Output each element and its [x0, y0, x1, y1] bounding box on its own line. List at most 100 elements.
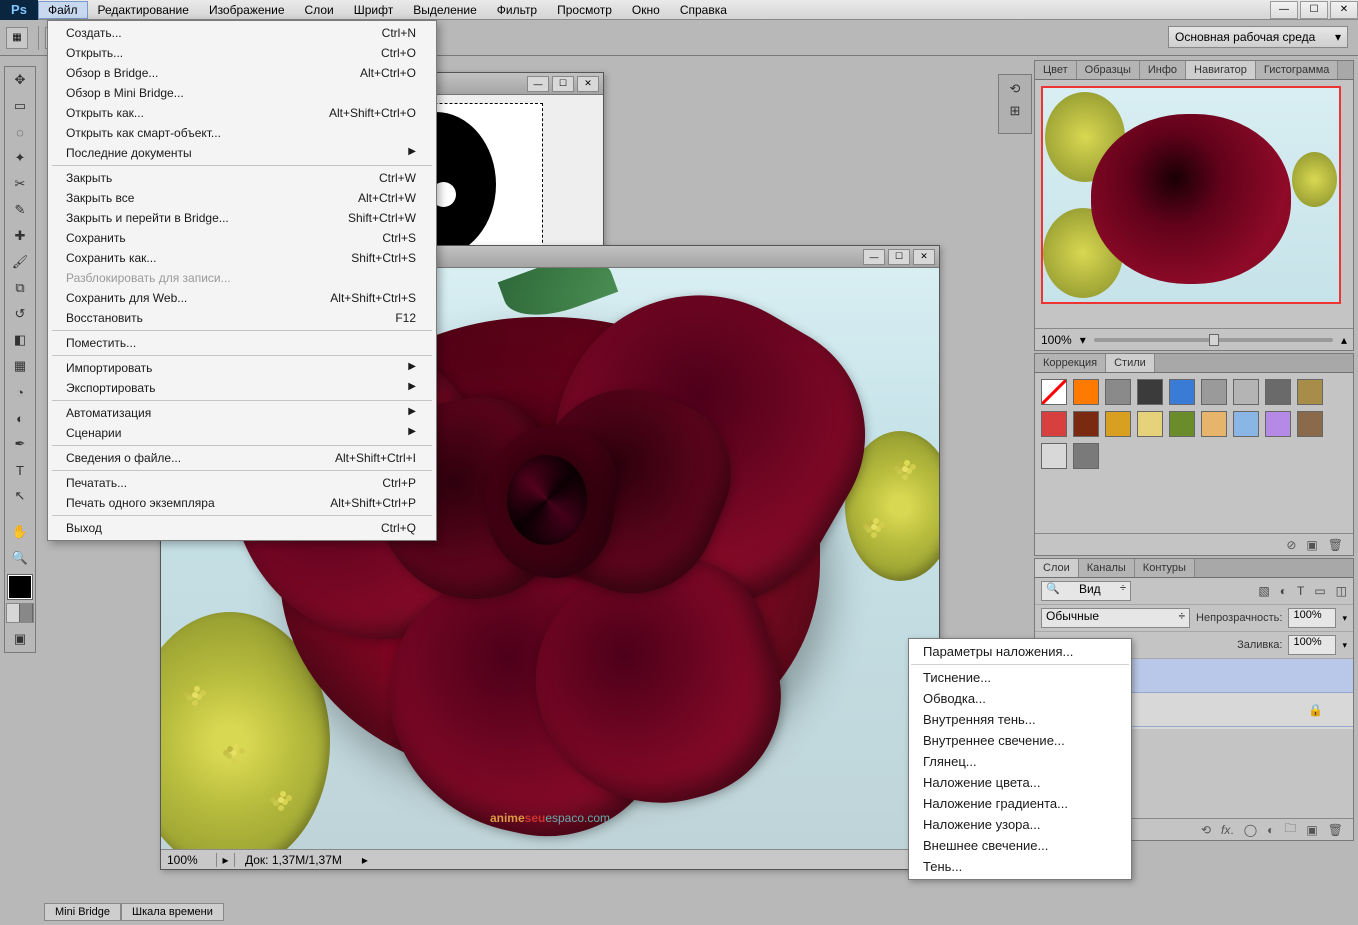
new-style-icon[interactable]: ▣	[1306, 538, 1317, 552]
context-menu-item[interactable]: Внешнее свечение...	[909, 835, 1131, 856]
style-swatch[interactable]	[1073, 379, 1099, 405]
file-menu-item[interactable]: Сохранить как...Shift+Ctrl+S	[48, 248, 436, 268]
file-menu-item[interactable]: ЗакрытьCtrl+W	[48, 168, 436, 188]
menu-изображение[interactable]: Изображение	[199, 1, 295, 19]
style-swatch[interactable]	[1041, 411, 1067, 437]
heal-tool-icon[interactable]: ✚	[5, 223, 35, 249]
maximize-button[interactable]: ☐	[1300, 1, 1328, 19]
filter-adjust-icon[interactable]: ◐	[1280, 584, 1287, 598]
filter-smart-icon[interactable]: ◫	[1336, 584, 1347, 598]
style-swatch[interactable]	[1137, 379, 1163, 405]
new-layer-icon[interactable]: ▣	[1306, 823, 1317, 837]
menu-выделение[interactable]: Выделение	[403, 1, 487, 19]
close-icon[interactable]: ✕	[913, 249, 935, 265]
gradient-tool-icon[interactable]: ▦	[5, 353, 35, 379]
menu-шрифт[interactable]: Шрифт	[344, 1, 403, 19]
navigator-zoom[interactable]: 100%	[1041, 333, 1072, 347]
no-style-icon[interactable]: ⊘	[1286, 538, 1296, 552]
bottom-tab[interactable]: Mini Bridge	[44, 903, 121, 921]
group-icon[interactable]: 🗀	[1284, 819, 1296, 840]
file-menu-item[interactable]: Закрыть всеAlt+Ctrl+W	[48, 188, 436, 208]
panel-tab[interactable]: Стили	[1106, 354, 1155, 372]
context-menu-item[interactable]: Наложение цвета...	[909, 772, 1131, 793]
zoom-tool-icon[interactable]: 🔍	[5, 545, 35, 571]
maximize-icon[interactable]: ☐	[888, 249, 910, 265]
tool-preset-icon[interactable]: ▦	[6, 27, 28, 49]
style-swatch[interactable]	[1073, 443, 1099, 469]
context-menu-item[interactable]: Обводка...	[909, 688, 1131, 709]
menu-просмотр[interactable]: Просмотр	[547, 1, 622, 19]
filter-shape-icon[interactable]: ▭	[1314, 584, 1325, 598]
type-tool-icon[interactable]: T	[5, 457, 35, 483]
link-layers-icon[interactable]: ⟲	[1201, 823, 1211, 837]
style-swatch[interactable]	[1265, 411, 1291, 437]
lasso-tool-icon[interactable]: ◌	[5, 119, 35, 145]
fill-field[interactable]: 100%	[1288, 635, 1336, 655]
file-menu-item[interactable]: Открыть...Ctrl+O	[48, 43, 436, 63]
style-swatch[interactable]	[1297, 411, 1323, 437]
file-menu-item[interactable]: Автоматизация▶	[48, 403, 436, 423]
properties-icon[interactable]: ⊞	[1010, 103, 1021, 119]
minimize-icon[interactable]: —	[863, 249, 885, 265]
file-menu-item[interactable]: Сохранить для Web...Alt+Shift+Ctrl+S	[48, 288, 436, 308]
menu-слои[interactable]: Слои	[295, 1, 344, 19]
zoom-in-icon[interactable]: ▴	[1341, 333, 1347, 347]
file-menu-item[interactable]: Сценарии▶	[48, 423, 436, 443]
context-menu-item[interactable]: Глянец...	[909, 751, 1131, 772]
style-swatch[interactable]	[1105, 411, 1131, 437]
zoom-field[interactable]: 100%	[161, 853, 217, 867]
menu-файл[interactable]: Файл	[38, 1, 88, 19]
minimize-icon[interactable]: —	[527, 76, 549, 92]
panel-tab[interactable]: Инфо	[1140, 61, 1186, 79]
file-menu-item[interactable]: Открыть как...Alt+Shift+Ctrl+O	[48, 103, 436, 123]
stamp-tool-icon[interactable]: ⧉	[5, 275, 35, 301]
style-swatch[interactable]	[1137, 411, 1163, 437]
maximize-icon[interactable]: ☐	[552, 76, 574, 92]
eraser-tool-icon[interactable]: ◧	[5, 327, 35, 353]
file-menu-item[interactable]: Экспортировать▶	[48, 378, 436, 398]
close-button[interactable]: ✕	[1330, 1, 1358, 19]
menu-окно[interactable]: Окно	[622, 1, 670, 19]
file-menu-item[interactable]: Печать одного экземпляраAlt+Shift+Ctrl+P	[48, 493, 436, 513]
blend-mode-select[interactable]: Обычные÷	[1041, 608, 1190, 628]
delete-style-icon[interactable]: 🗑	[1328, 538, 1343, 552]
close-icon[interactable]: ✕	[577, 76, 599, 92]
fx-icon[interactable]: fx.	[1221, 823, 1234, 837]
style-swatch[interactable]	[1169, 411, 1195, 437]
style-swatch[interactable]	[1105, 379, 1131, 405]
panel-tab[interactable]: Слои	[1035, 559, 1079, 577]
file-menu-item[interactable]: Печатать...Ctrl+P	[48, 473, 436, 493]
panel-tab[interactable]: Цвет	[1035, 61, 1077, 79]
context-menu-item[interactable]: Тень...	[909, 856, 1131, 877]
eyedropper-tool-icon[interactable]: ✎	[5, 197, 35, 223]
hand-tool-icon[interactable]: ✋	[5, 519, 35, 545]
zoom-out-icon[interactable]: ▾	[1080, 333, 1086, 347]
move-tool-icon[interactable]: ✥	[5, 67, 35, 93]
panel-tab[interactable]: Контуры	[1135, 559, 1195, 577]
style-swatch[interactable]	[1265, 379, 1291, 405]
crop-tool-icon[interactable]: ✂	[5, 171, 35, 197]
file-menu-item[interactable]: ВосстановитьF12	[48, 308, 436, 328]
layer-filter[interactable]: 🔍 Вид ÷	[1041, 581, 1131, 601]
foreground-color-swatch[interactable]	[8, 575, 32, 599]
panel-tab[interactable]: Коррекция	[1035, 354, 1106, 372]
opacity-field[interactable]: 100%	[1288, 608, 1336, 628]
panel-tab[interactable]: Навигатор	[1186, 61, 1256, 79]
context-menu-item[interactable]: Параметры наложения...	[909, 641, 1131, 662]
context-menu-item[interactable]: Внутреннее свечение...	[909, 730, 1131, 751]
menu-справка[interactable]: Справка	[670, 1, 737, 19]
filter-type-icon[interactable]: T	[1297, 584, 1304, 598]
panel-tab[interactable]: Гистограмма	[1256, 61, 1339, 79]
menu-редактирование[interactable]: Редактирование	[88, 1, 199, 19]
file-menu-item[interactable]: ВыходCtrl+Q	[48, 518, 436, 538]
context-menu-item[interactable]: Наложение градиента...	[909, 793, 1131, 814]
style-swatch[interactable]	[1201, 379, 1227, 405]
collapsed-panel-strip[interactable]: ⟲ ⊞	[998, 74, 1032, 134]
screenmode-icon[interactable]: ▣	[5, 626, 35, 652]
zoom-slider[interactable]	[1094, 338, 1333, 342]
style-swatch[interactable]	[1041, 443, 1067, 469]
style-swatch[interactable]	[1233, 379, 1259, 405]
pen-tool-icon[interactable]: ✒	[5, 431, 35, 457]
workspace-selector[interactable]: Основная рабочая среда▾	[1168, 26, 1348, 48]
wand-tool-icon[interactable]: ✦	[5, 145, 35, 171]
